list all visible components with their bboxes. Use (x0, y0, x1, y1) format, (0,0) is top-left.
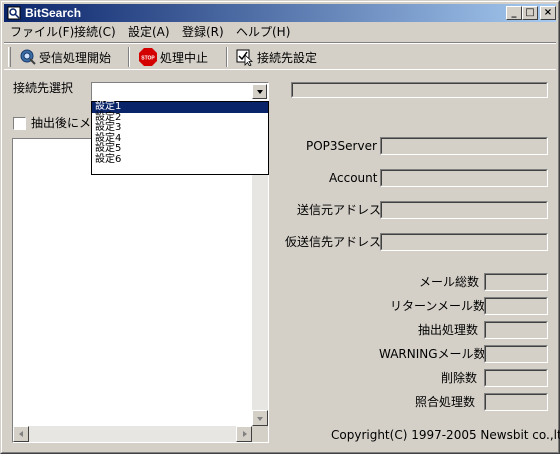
title-bar[interactable]: BitSearch _ □ × (4, 4, 556, 22)
start-receive-button[interactable]: 受信処理開始 (20, 46, 111, 68)
menu-bar: ファイル(F) 接続(C) 設定(A) 登録(R) ヘルプ(H) (4, 23, 556, 41)
extract-processed-field (484, 321, 548, 339)
menu-connect[interactable]: 接続(C) (74, 23, 116, 41)
connection-dropdown-list: 設定1 設定2 設定3 設定4 設定5 設定6 (91, 101, 269, 175)
deleted-label: 削除数 (441, 371, 478, 385)
scroll-left-button[interactable] (13, 426, 29, 442)
menu-register[interactable]: 登録(R) (182, 23, 224, 41)
return-mail-field (484, 297, 548, 315)
connection-settings-button[interactable]: 接続先設定 (236, 46, 317, 68)
temp-recipient-field (380, 233, 548, 251)
menu-file[interactable]: ファイル(F) (10, 23, 74, 41)
menu-help[interactable]: ヘルプ(H) (236, 23, 290, 41)
app-window: BitSearch _ □ × ファイル(F) 接続(C) 設定(A) 登録(R… (0, 0, 560, 454)
stop-process-label: 処理中止 (160, 50, 209, 65)
connection-settings-label: 接続先設定 (257, 50, 318, 65)
arrow-right-icon (243, 431, 247, 437)
app-icon (7, 6, 21, 20)
pop3server-label: POP3Server (306, 139, 377, 153)
extract-checkbox[interactable] (13, 117, 26, 130)
dropdown-option[interactable]: 設定1 (92, 102, 268, 113)
extract-processed-label: 抽出処理数 (418, 323, 479, 337)
window-title: BitSearch (25, 6, 82, 20)
copyright-text: Copyright(C) 1997-2005 Newsbit co.,ltd. (331, 428, 560, 442)
stop-process-button[interactable]: STOP 処理中止 (139, 46, 208, 68)
dropdown-option[interactable]: 設定3 (92, 123, 268, 134)
match-processed-field (484, 393, 548, 411)
sender-address-field (380, 201, 548, 219)
connection-dropdown-button[interactable] (252, 84, 267, 99)
warning-mail-label: WARNINGメール数 (379, 347, 486, 361)
maximize-button[interactable]: □ (522, 6, 538, 20)
chevron-down-icon (257, 90, 263, 94)
minimize-button[interactable]: _ (506, 6, 522, 20)
start-receive-label: 受信処理開始 (39, 50, 112, 65)
dropdown-option[interactable]: 設定6 (92, 154, 268, 166)
pop3server-field (380, 137, 548, 155)
account-label: Account (329, 171, 378, 185)
svg-text:STOP: STOP (141, 56, 155, 62)
toolbar-separator (226, 47, 228, 67)
dropdown-option[interactable]: 設定5 (92, 144, 268, 155)
close-icon: × (543, 7, 553, 18)
return-mail-label: リターンメール数 (390, 299, 486, 313)
account-field (380, 169, 548, 187)
toolbar-separator (128, 47, 130, 67)
total-mail-label: メール総数 (419, 275, 480, 289)
settings-cursor-icon (236, 49, 254, 66)
sender-address-label: 送信元アドレス (297, 203, 382, 217)
mail-list[interactable] (12, 138, 269, 443)
temp-recipient-label: 仮送信先アドレス (285, 235, 382, 249)
scroll-right-button[interactable] (236, 426, 252, 442)
arrow-down-icon (257, 417, 263, 421)
total-mail-field (484, 273, 548, 291)
connection-select[interactable] (91, 82, 269, 101)
extract-checkbox-label: 抽出後にメ (31, 116, 92, 130)
toolbar: 受信処理開始 STOP 処理中止 接続先設定 (4, 42, 556, 70)
warning-mail-field (484, 345, 548, 363)
match-processed-label: 照合処理数 (415, 395, 476, 409)
scroll-corner (252, 426, 268, 442)
arrow-left-icon (19, 431, 23, 437)
toolbar-grip[interactable] (8, 47, 11, 67)
search-icon (20, 49, 36, 65)
minimize-icon: _ (511, 7, 517, 18)
vertical-scrollbar[interactable] (252, 139, 268, 426)
deleted-field (484, 369, 548, 387)
close-button[interactable]: × (540, 6, 556, 20)
status-field (291, 82, 548, 98)
horizontal-scrollbar[interactable] (13, 426, 252, 442)
connection-select-label: 接続先選択 (13, 81, 74, 95)
scroll-down-button[interactable] (252, 410, 268, 426)
menu-settings[interactable]: 設定(A) (128, 23, 170, 41)
maximize-icon: □ (525, 7, 535, 18)
stop-icon: STOP (139, 48, 157, 66)
